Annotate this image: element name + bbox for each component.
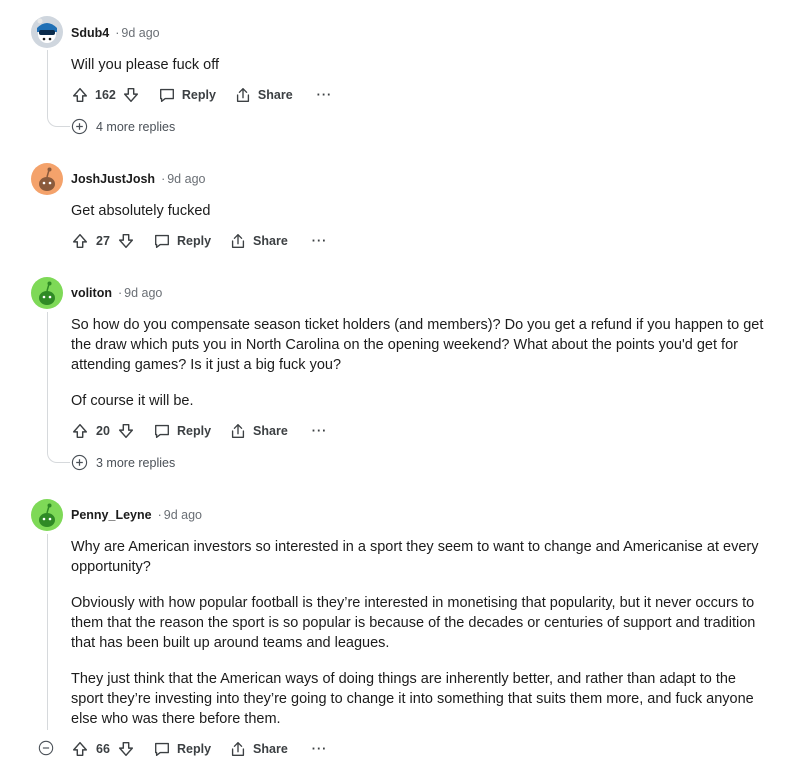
- comment-body: Get absolutely fucked: [71, 201, 771, 221]
- minus-circle-icon: [38, 740, 54, 756]
- more-options-button[interactable]: ···: [312, 424, 328, 438]
- comment-paragraph: Of course it will be.: [71, 393, 194, 409]
- share-label: Share: [257, 88, 293, 102]
- separator-dot: ·: [117, 286, 123, 300]
- reply-label: Reply: [177, 742, 212, 756]
- comment-actions: 162 Reply Share ···: [71, 83, 332, 107]
- timestamp[interactable]: 9d ago: [121, 26, 159, 40]
- comment-body: Will you please fuck off: [71, 55, 771, 75]
- comment-meta: Sdub4 · 9d ago: [71, 25, 160, 41]
- more-replies-label: 3 more replies: [96, 455, 176, 470]
- more-replies-link[interactable]: 3 more replies: [71, 454, 175, 471]
- upvote-icon[interactable]: [71, 86, 89, 104]
- vote-count: 66: [96, 742, 110, 756]
- plus-circle-icon: [71, 454, 88, 471]
- share-button[interactable]: Share: [229, 422, 288, 440]
- share-button[interactable]: Share: [229, 740, 288, 758]
- snoo-avatar-icon: [39, 167, 55, 191]
- collapse-thread-button[interactable]: [38, 740, 54, 756]
- share-icon: [236, 88, 249, 102]
- plus-circle-icon: [71, 118, 88, 135]
- more-options-button[interactable]: ···: [312, 742, 328, 756]
- comment-meta: JoshJustJosh · 9d ago: [71, 171, 205, 187]
- separator-dot: ·: [157, 508, 162, 522]
- upvote-icon[interactable]: [71, 232, 89, 250]
- reply-label: Reply: [181, 88, 216, 102]
- vote-count: 27: [96, 234, 110, 248]
- share-label: Share: [253, 742, 288, 756]
- more-options-button[interactable]: ···: [317, 88, 333, 102]
- vote-group: 162: [71, 86, 140, 104]
- thread-curve: [47, 114, 70, 127]
- avatar[interactable]: [31, 16, 63, 48]
- vote-group: 66: [71, 740, 135, 758]
- separator-dot: ·: [115, 26, 120, 40]
- vote-count: 20: [96, 424, 110, 438]
- reply-button[interactable]: Reply: [153, 232, 211, 250]
- comment-meta: voliton · 9d ago: [71, 285, 162, 301]
- downvote-icon[interactable]: [117, 232, 135, 250]
- comment-body: Why are American investors so interested…: [71, 537, 771, 729]
- share-icon: [231, 234, 245, 248]
- share-button[interactable]: Share: [229, 232, 288, 250]
- comment-paragraph: Obviously with how popular football is t…: [71, 595, 756, 651]
- timestamp[interactable]: 9d ago: [167, 172, 205, 186]
- avatar[interactable]: [31, 163, 63, 195]
- snoo-avatar-icon: [37, 18, 57, 43]
- reply-label: Reply: [177, 424, 212, 438]
- comment-actions: 66 Reply Share ···: [71, 737, 327, 761]
- author-name[interactable]: voliton: [71, 286, 112, 300]
- more-replies-link[interactable]: 4 more replies: [71, 118, 175, 135]
- thread-curve: [47, 450, 70, 463]
- reply-icon: [155, 742, 169, 756]
- comment-body: So how do you compensate season ticket h…: [71, 315, 771, 411]
- share-button[interactable]: Share: [234, 86, 293, 104]
- reply-icon: [155, 234, 169, 248]
- reply-label: Reply: [177, 234, 212, 248]
- snoo-avatar-icon: [39, 503, 55, 527]
- comment-meta: Penny_Leyne · 9d ago: [71, 507, 202, 523]
- snoo-avatar-icon: [39, 281, 55, 305]
- reply-icon: [155, 424, 169, 438]
- vote-group: 20: [71, 422, 135, 440]
- share-icon: [231, 424, 245, 438]
- vote-group: 27: [71, 232, 135, 250]
- share-icon: [231, 742, 245, 756]
- thread-line: [47, 312, 48, 450]
- reply-button[interactable]: Reply: [153, 740, 211, 758]
- comment-paragraph: Get absolutely fucked: [71, 203, 211, 219]
- thread-line: [47, 534, 48, 730]
- comment-actions: 27 Reply Share ···: [71, 229, 327, 253]
- reply-icon: [159, 88, 174, 102]
- separator-dot: ·: [161, 172, 166, 186]
- timestamp[interactable]: 9d ago: [164, 508, 202, 522]
- downvote-icon[interactable]: [117, 422, 135, 440]
- thread-line: [47, 50, 48, 114]
- upvote-icon[interactable]: [71, 422, 89, 440]
- comment-paragraph: They just think that the American ways o…: [71, 671, 754, 727]
- downvote-icon[interactable]: [117, 740, 135, 758]
- more-options-button[interactable]: ···: [312, 234, 328, 248]
- comment-actions: 20 Reply Share ···: [71, 419, 327, 443]
- avatar[interactable]: [31, 499, 63, 531]
- downvote-icon[interactable]: [122, 86, 140, 104]
- share-label: Share: [253, 424, 288, 438]
- timestamp[interactable]: 9d ago: [124, 286, 162, 300]
- comment-paragraph: Why are American investors so interested…: [71, 539, 759, 575]
- author-name[interactable]: JoshJustJosh: [71, 172, 155, 186]
- comment-paragraph: So how do you compensate season ticket h…: [71, 317, 764, 373]
- more-replies-label: 4 more replies: [96, 119, 176, 134]
- comment-paragraph: Will you please fuck off: [71, 57, 220, 73]
- vote-count: 162: [95, 88, 116, 102]
- share-label: Share: [253, 234, 288, 248]
- author-name[interactable]: Sdub4: [71, 26, 109, 40]
- author-name[interactable]: Penny_Leyne: [71, 508, 152, 522]
- avatar[interactable]: [31, 277, 63, 309]
- reply-button[interactable]: Reply: [158, 86, 216, 104]
- upvote-icon[interactable]: [71, 740, 89, 758]
- reply-button[interactable]: Reply: [153, 422, 211, 440]
